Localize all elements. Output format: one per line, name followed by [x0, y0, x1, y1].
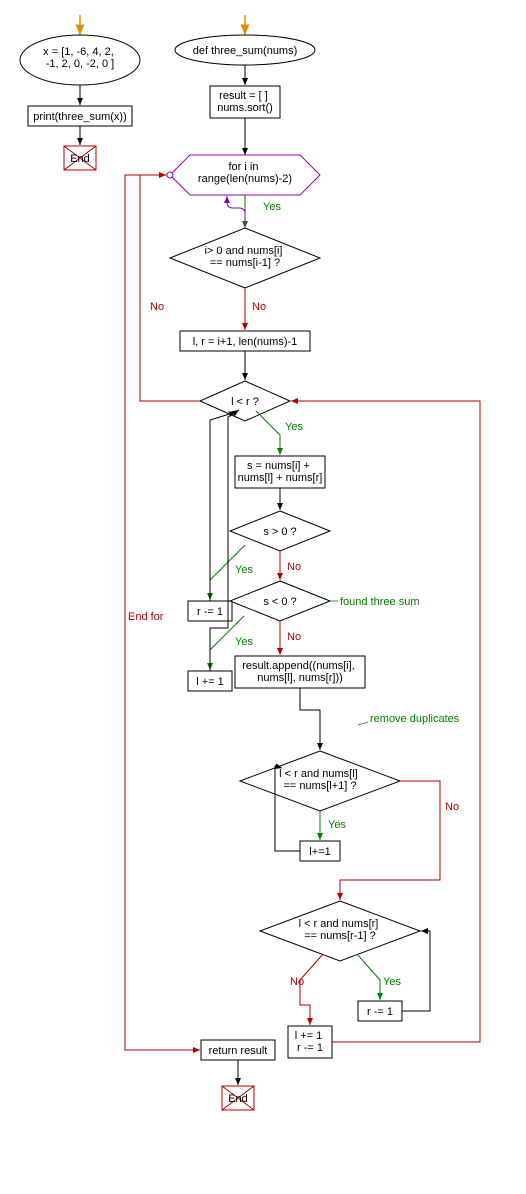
- edge-lr-no: [140, 175, 200, 401]
- l-inc-text: l += 1: [196, 676, 224, 688]
- final-update-text: l += 1 r -= 1: [295, 1030, 326, 1054]
- flowchart-svg: x = [1, -6, 4, 2, -1, 2, 0, -2, 0 ] prin…: [10, 10, 526, 1184]
- end1-text: End: [70, 153, 90, 165]
- comment-dup: remove duplicates: [370, 713, 460, 725]
- no-label: No: [445, 801, 459, 813]
- init-text: result = [ ] nums.sort(): [217, 90, 273, 114]
- s-neg-text: s < 0 ?: [263, 596, 296, 608]
- cond1-text: i> 0 and nums[i] == nums[i-1] ?: [204, 245, 285, 269]
- yes-label: Yes: [383, 976, 401, 988]
- yes-label: Yes: [235, 564, 253, 576]
- no-label: No: [150, 301, 164, 313]
- no-label: No: [287, 561, 301, 573]
- no-label: No: [252, 301, 266, 313]
- edge-cond1-yes: [227, 196, 245, 228]
- print-text: print(three_sum(x)): [33, 111, 127, 123]
- yes-label: Yes: [263, 201, 281, 213]
- yes-label: Yes: [235, 636, 253, 648]
- dup-r-text: l < r and nums[r] == nums[r-1] ?: [299, 918, 382, 942]
- end2-text: End: [228, 1093, 248, 1105]
- comment-found: found three sum: [340, 596, 420, 608]
- edge-dupr-yes: [357, 954, 380, 1000]
- lr-init-text: l, r = i+1, len(nums)-1: [193, 336, 298, 348]
- l-inc2-text: l+=1: [309, 846, 330, 858]
- cond-lr-text: l < r ?: [231, 396, 259, 408]
- yes-label: Yes: [285, 421, 303, 433]
- edge: [300, 688, 320, 750]
- edge-lr-yes: [256, 411, 280, 455]
- r-dec2-text: r -= 1: [367, 1006, 393, 1018]
- comment-line: [358, 722, 368, 725]
- endfor-label: End for: [128, 611, 164, 623]
- r-dec-text: r -= 1: [197, 606, 223, 618]
- loop-entry-dot: [167, 172, 173, 178]
- sum-text: s = nums[i] + nums[l] + nums[r]: [238, 460, 323, 484]
- return-text: return result: [209, 1045, 268, 1057]
- def-text: def three_sum(nums): [193, 45, 298, 57]
- edge-rdec-back: [210, 412, 236, 601]
- edge-linc-back: [210, 410, 239, 671]
- edge-rdec2-back: [402, 931, 430, 1011]
- no-label: No: [290, 976, 304, 988]
- x-assign-text: x = [1, -6, 4, 2, -1, 2, 0, -2, 0 ]: [43, 46, 117, 70]
- append-text: result.append((nums[i], nums[l], nums[r]…: [242, 660, 358, 684]
- s-pos-text: s > 0 ?: [263, 526, 296, 538]
- dup-l-text: l < r and nums[l] == nums[l+1] ?: [279, 768, 361, 792]
- no-label: No: [287, 631, 301, 643]
- edge-dupl-no: [340, 781, 440, 900]
- edge-dupr-no: [300, 954, 323, 1025]
- yes-label: Yes: [328, 819, 346, 831]
